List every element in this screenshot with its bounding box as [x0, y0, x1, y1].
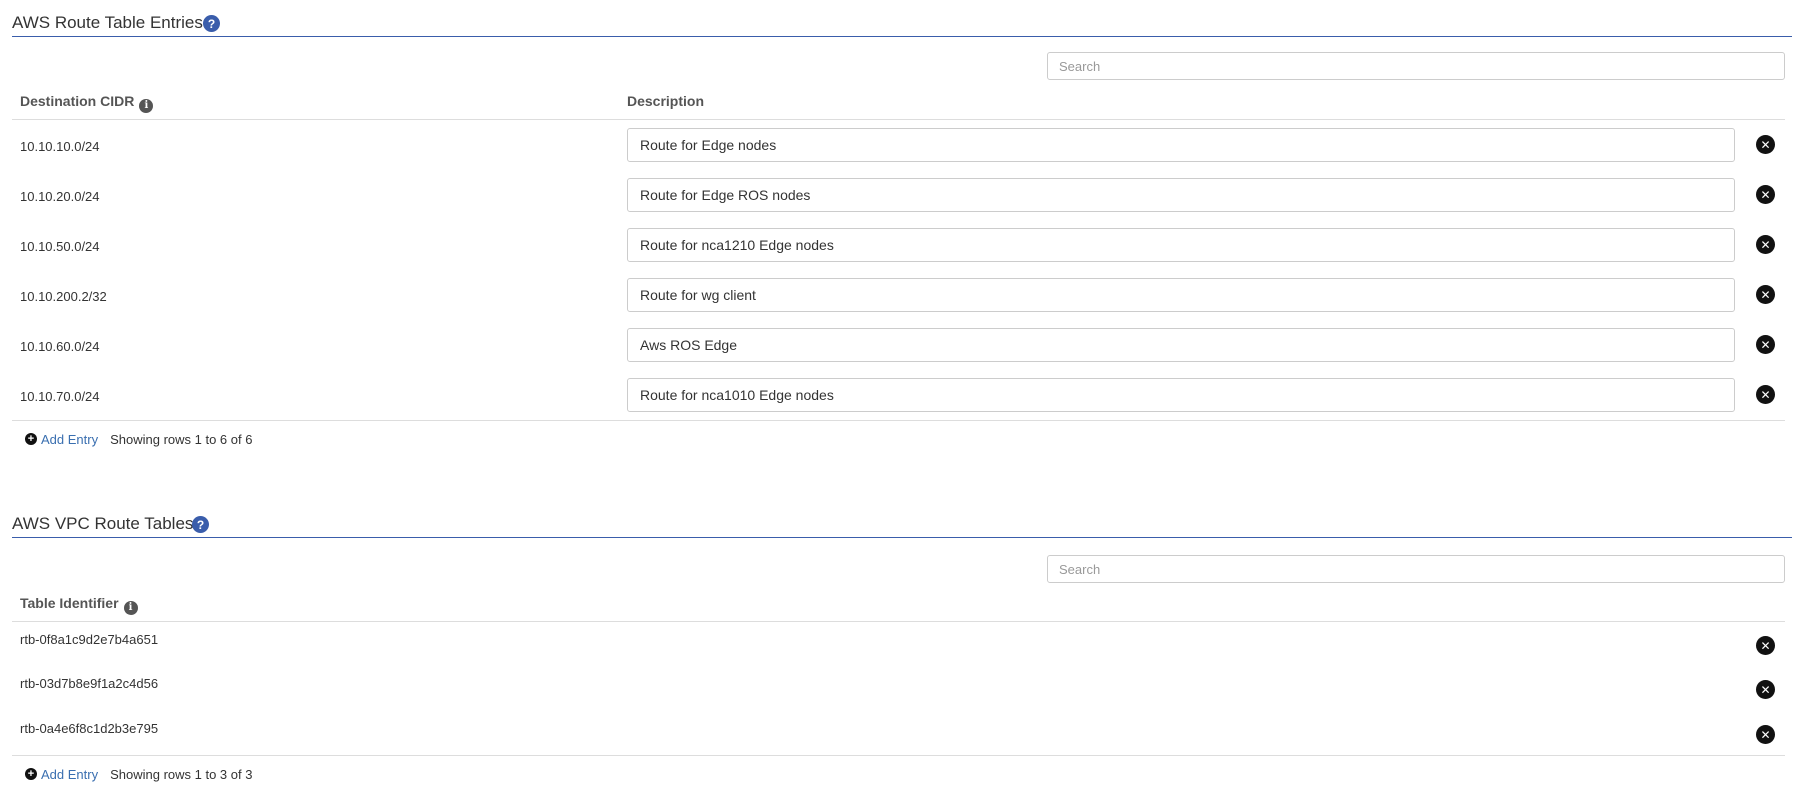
pagination-info: Showing rows 1 to 6 of 6	[110, 431, 253, 447]
cidr-value: 10.10.60.0/24	[20, 339, 100, 354]
plus-circle-icon[interactable]: +	[25, 768, 37, 780]
info-circle-icon[interactable]: i	[123, 601, 138, 615]
table-identifier-header: Table Identifier i	[20, 595, 138, 615]
table-row: 10.10.70.0/24 ✕	[12, 375, 1792, 425]
table-identifier-value: rtb-0a4e6f8c1d2b3e795	[20, 721, 159, 736]
times-circle-icon[interactable]: ✕	[1756, 235, 1775, 254]
times-circle-icon[interactable]: ✕	[1756, 135, 1775, 154]
table-row: 10.10.200.2/32 ✕	[12, 275, 1792, 325]
vpc-tables-title: AWS VPC Route Tables	[12, 514, 194, 533]
vpc-tables-search-input[interactable]	[1047, 555, 1785, 583]
description-input[interactable]	[627, 378, 1735, 412]
route-entries-header: AWS Route Table Entries ?	[12, 0, 1792, 37]
table-identifier-label: Table Identifier	[20, 595, 119, 611]
times-circle-icon[interactable]: ✕	[1756, 285, 1775, 304]
destination-cidr-header: Destination CIDR i	[20, 93, 154, 113]
add-entry-link[interactable]: Add Entry	[41, 432, 98, 447]
vpc-tables-header: AWS VPC Route Tables ?	[12, 501, 1792, 538]
table-row: rtb-0f8a1c9d2e7b4a651 ✕	[12, 628, 1792, 672]
times-circle-icon[interactable]: ✕	[1756, 185, 1775, 204]
description-input[interactable]	[627, 228, 1735, 262]
destination-cidr-label: Destination CIDR	[20, 93, 135, 109]
table-row: 10.10.60.0/24 ✕	[12, 325, 1792, 375]
route-entries-section: AWS Route Table Entries ? Destination CI…	[12, 0, 1792, 450]
times-circle-icon[interactable]: ✕	[1756, 636, 1775, 655]
description-input[interactable]	[627, 128, 1735, 162]
question-circle-icon[interactable]: ?	[203, 15, 220, 32]
times-circle-icon[interactable]: ✕	[1756, 385, 1775, 404]
table-identifier-value: rtb-03d7b8e9f1a2c4d56	[20, 676, 159, 691]
description-label: Description	[627, 93, 705, 109]
route-entries-footer: + Add Entry Showing rows 1 to 6 of 6	[25, 430, 252, 448]
description-input[interactable]	[627, 328, 1735, 362]
description-header: Description	[627, 93, 704, 109]
plus-circle-icon[interactable]: +	[25, 433, 37, 445]
vpc-tables-section: AWS VPC Route Tables ? Table Identifier i…	[12, 501, 1792, 797]
table-identifier-value: rtb-0f8a1c9d2e7b4a651	[20, 632, 159, 647]
cidr-value: 10.10.50.0/24	[20, 239, 100, 254]
table-bottom-divider	[12, 420, 1785, 421]
table-row: 10.10.20.0/24 ✕	[12, 175, 1792, 225]
info-circle-icon[interactable]: i	[139, 99, 154, 113]
cidr-value: 10.10.10.0/24	[20, 139, 100, 154]
header-divider	[12, 119, 1785, 120]
description-input[interactable]	[627, 178, 1735, 212]
question-circle-icon[interactable]: ?	[192, 516, 209, 533]
cidr-value: 10.10.20.0/24	[20, 189, 100, 204]
times-circle-icon[interactable]: ✕	[1756, 680, 1775, 699]
pagination-info: Showing rows 1 to 3 of 3	[110, 766, 253, 782]
header-divider	[12, 621, 1785, 622]
description-input[interactable]	[627, 278, 1735, 312]
route-entries-search-input[interactable]	[1047, 52, 1785, 80]
table-row: 10.10.50.0/24 ✕	[12, 225, 1792, 275]
times-circle-icon[interactable]: ✕	[1756, 725, 1775, 744]
route-entries-title: AWS Route Table Entries	[12, 13, 203, 32]
cidr-value: 10.10.200.2/32	[20, 289, 107, 304]
add-entry-link[interactable]: Add Entry	[41, 767, 98, 782]
vpc-tables-footer: + Add Entry Showing rows 1 to 3 of 3	[25, 765, 252, 783]
table-bottom-divider	[12, 755, 1785, 756]
table-row: 10.10.10.0/24 ✕	[12, 125, 1792, 175]
cidr-value: 10.10.70.0/24	[20, 389, 100, 404]
table-row: rtb-03d7b8e9f1a2c4d56 ✕	[12, 672, 1792, 716]
times-circle-icon[interactable]: ✕	[1756, 335, 1775, 354]
